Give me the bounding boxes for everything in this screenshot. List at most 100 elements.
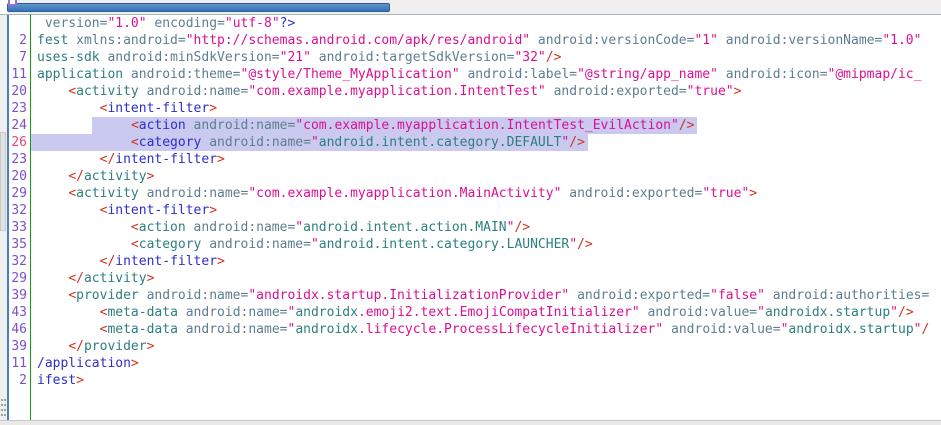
code-token: xmlns:android=: [68, 33, 185, 48]
code-text: <intent-filter>: [37, 101, 217, 116]
code-token: "http://schemas.android.com/apk/res/andr…: [186, 33, 530, 48]
code-line[interactable]: 23 </intent-filter>: [0, 151, 941, 168]
code-token: <: [68, 186, 76, 201]
code-line[interactable]: 20 <activity android:name="com.example.m…: [0, 83, 941, 100]
code-token: "@mipmap/ic_: [828, 67, 922, 82]
line-number: 35: [0, 236, 27, 253]
code-line[interactable]: 29 </activity>: [0, 270, 941, 287]
code-token: <: [68, 84, 76, 99]
code-token: version=: [37, 16, 107, 31]
code-line[interactable]: 26 <category android:name="android.inten…: [0, 134, 941, 151]
code-token: "1": [694, 33, 717, 48]
code-token: android:exported=: [546, 84, 687, 99]
code-token: >: [147, 271, 155, 286]
code-token: intent-filter: [107, 203, 209, 218]
code-token: [37, 135, 131, 150]
code-token: [37, 118, 92, 133]
code-text: fest xmlns:android="http://schemas.andro…: [37, 33, 921, 48]
code-text: <meta-data android:name="androidx.emoji2…: [37, 305, 914, 320]
code-token: "@style/Theme_MyApplication": [241, 67, 460, 82]
code-token: >: [217, 152, 225, 167]
code-text: </provider>: [37, 339, 154, 354]
code-token: </: [68, 271, 84, 286]
code-line[interactable]: 2ifest>: [0, 372, 941, 389]
code-token: [37, 288, 68, 303]
code-token: "1.0": [882, 33, 921, 48]
code-token: androidx.startup: [788, 322, 913, 337]
code-token: android.intent.category.DEFAULT: [319, 135, 562, 150]
code-token: androidx: [295, 305, 358, 320]
line-number: 26: [0, 134, 27, 151]
code-token: "@string/app_name": [577, 67, 718, 82]
code-token: </: [100, 254, 116, 269]
line-number: 43: [0, 304, 27, 321]
code-editor-area[interactable]: version="1.0" encoding="utf-8"?>2fest xm…: [0, 15, 941, 421]
code-token: category: [139, 237, 202, 252]
code-token: android.intent.category.LAUNCHER: [319, 237, 569, 252]
code-token: [37, 305, 100, 320]
selection-highlight: <category android:name="android.intent.c…: [31, 134, 588, 151]
code-text: <action android:name="com.example.myappl…: [37, 118, 697, 133]
code-line[interactable]: 33 <action android:name="android.intent.…: [0, 219, 941, 236]
gutter-separator: [30, 15, 31, 421]
line-number: 20: [0, 83, 27, 100]
code-token: android:authorities=: [765, 288, 929, 303]
code-token: intent-filter: [107, 101, 209, 116]
code-line[interactable]: 2fest xmlns:android="http://schemas.andr…: [0, 32, 941, 49]
code-token: android:minSdkVersion=: [100, 50, 280, 65]
code-token: android:value=: [663, 322, 780, 337]
code-token: "com.example.myapplication.MainActivity": [248, 186, 561, 201]
code-text: </activity>: [37, 271, 154, 286]
code-token: /application: [37, 356, 131, 371]
code-token: ?>: [280, 16, 296, 31]
code-token: >: [76, 373, 84, 388]
code-token: android:name=: [178, 305, 288, 320]
code-token: category: [139, 135, 202, 150]
code-text: /application>: [37, 356, 139, 371]
code-line[interactable]: 43 <meta-data android:name="androidx.emo…: [0, 304, 941, 321]
code-token: meta-data: [107, 322, 177, 337]
code-line[interactable]: 39 </provider>: [0, 338, 941, 355]
code-token: androidx.startup: [765, 305, 890, 320]
code-token: >: [131, 356, 139, 371]
code-token: android:label=: [460, 67, 577, 82]
code-line[interactable]: 23 <intent-filter>: [0, 100, 941, 117]
code-token: android:theme=: [123, 67, 240, 82]
line-number: 11: [0, 66, 27, 83]
line-number: 20: [0, 168, 27, 185]
code-token: >: [147, 169, 155, 184]
selection-highlight: <action android:name="com.example.myappl…: [92, 117, 698, 134]
code-text: </activity>: [37, 169, 154, 184]
code-token: "com.example.myapplication.IntentTest": [248, 84, 545, 99]
code-token: activity: [76, 186, 139, 201]
code-line[interactable]: 32 <intent-filter>: [0, 202, 941, 219]
horizontal-scrollbar-thumb[interactable]: [7, 3, 390, 12]
code-line[interactable]: 20 </activity>: [0, 168, 941, 185]
code-text: </intent-filter>: [37, 254, 225, 269]
code-line[interactable]: 24 <action android:name="com.example.mya…: [0, 117, 941, 134]
line-number: 33: [0, 219, 27, 236]
code-token: android:name=: [139, 288, 249, 303]
code-line[interactable]: 11/application>: [0, 355, 941, 372]
code-line[interactable]: 29 <activity android:name="com.example.m…: [0, 185, 941, 202]
code-text: application android:theme="@style/Theme_…: [37, 67, 921, 82]
line-number: 46: [0, 321, 27, 338]
code-line[interactable]: 39 <provider android:name="androidx.star…: [0, 287, 941, 304]
code-token: />: [514, 220, 530, 235]
horizontal-scrollbar[interactable]: [0, 0, 941, 15]
code-token: android:versionName=: [718, 33, 882, 48]
code-token: <: [131, 118, 139, 133]
code-token: android:icon=: [718, 67, 828, 82]
code-token: [37, 101, 100, 116]
line-number: 23: [0, 151, 27, 168]
code-line[interactable]: version="1.0" encoding="utf-8"?>: [0, 15, 941, 32]
code-line[interactable]: 35 <category android:name="android.inten…: [0, 236, 941, 253]
code-token: [37, 339, 68, 354]
code-token: meta-data: [107, 305, 177, 320]
code-line[interactable]: 46 <meta-data android:name="androidx.lif…: [0, 321, 941, 338]
code-token: "true": [687, 84, 734, 99]
code-line[interactable]: 7uses-sdk android:minSdkVersion="21" and…: [0, 49, 941, 66]
code-line[interactable]: 11 application android:theme="@style/Them…: [0, 66, 941, 83]
code-line[interactable]: 32 </intent-filter>: [0, 253, 941, 270]
code-token: /: [921, 322, 929, 337]
